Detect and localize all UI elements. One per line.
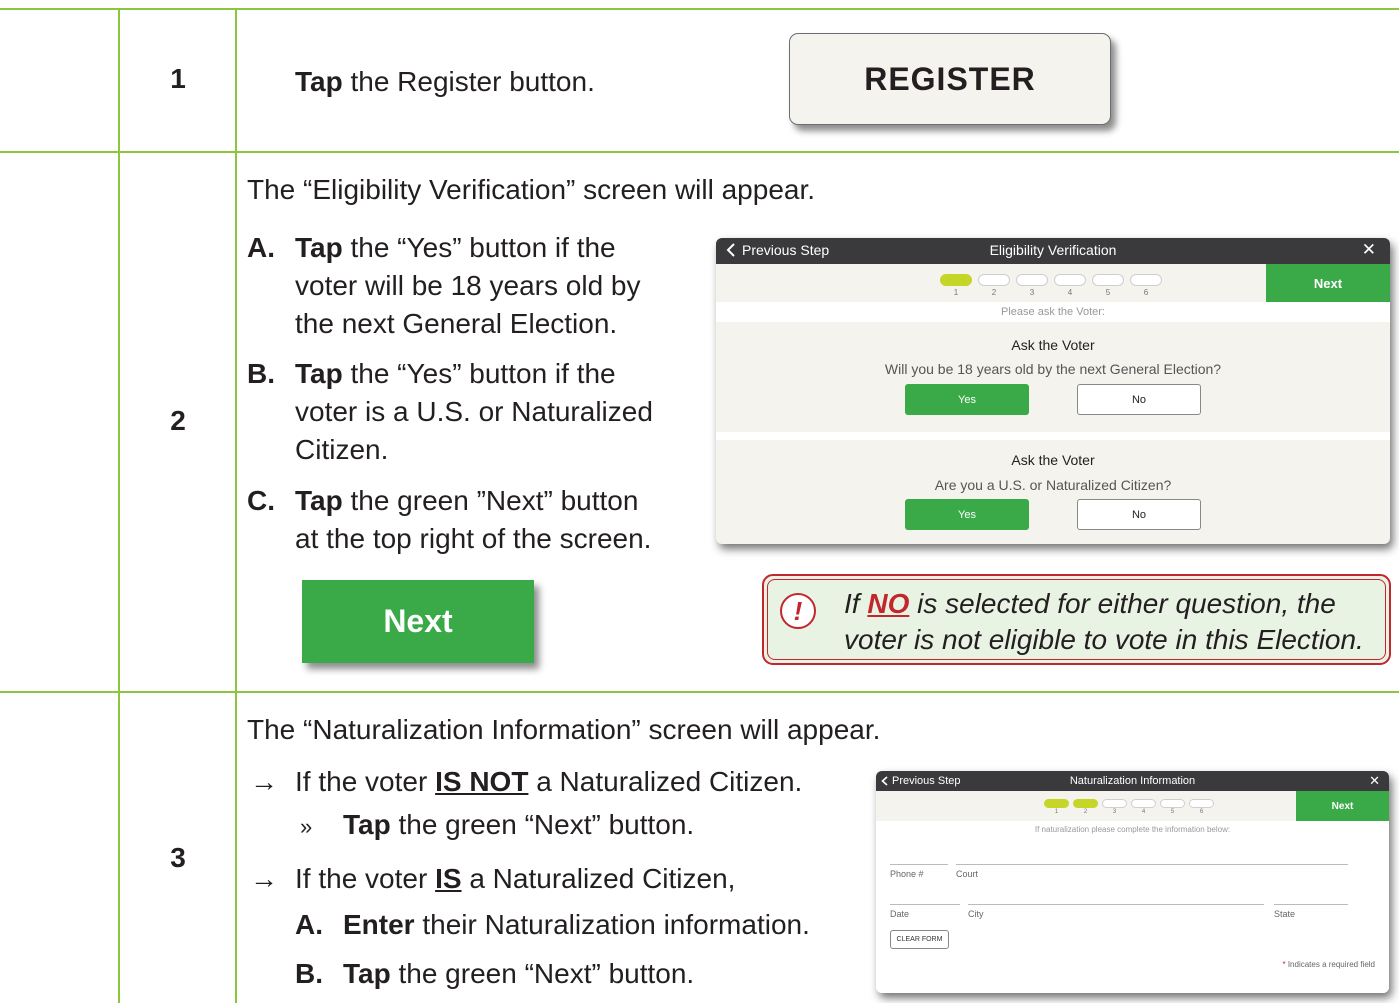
progress-step: 5 (1092, 274, 1124, 297)
no-button[interactable]: No (1077, 384, 1201, 415)
list-item: Tap the green ”Next” button (295, 485, 639, 516)
progress-step: 6 (1130, 274, 1162, 297)
ineligibility-warning: ! If NO is selected for either question,… (762, 574, 1391, 665)
yes-button[interactable]: Yes (905, 384, 1029, 415)
list-letter: B. (247, 358, 275, 389)
progress-step: 6 (1189, 799, 1214, 815)
city-label: City (968, 909, 984, 919)
close-icon[interactable]: ✕ (1369, 773, 1380, 789)
register-button[interactable]: REGISTER (789, 33, 1111, 125)
list-letter: A. (295, 909, 323, 940)
list-letter: B. (295, 958, 323, 989)
list-item-line: voter is a U.S. or Naturalized (295, 396, 653, 427)
court-field[interactable] (956, 864, 1348, 865)
section-divider (716, 432, 1390, 440)
list-item-line: at the top right of the screen. (295, 523, 652, 554)
app-title: Naturalization Information (1069, 775, 1196, 787)
date-label: Date (890, 909, 910, 919)
progress-step: 2 (978, 274, 1010, 297)
step-number: 1 (170, 63, 186, 94)
question-heading: Ask the Voter (1011, 337, 1095, 353)
sub-step-b: Tap the green “Next” button. (343, 958, 695, 989)
naturalization-screen: Previous Step Naturalization Information… (876, 771, 1389, 993)
sub-step-a: Enter their Naturalization information. (343, 909, 810, 940)
close-icon[interactable]: ✕ (1362, 240, 1376, 260)
date-field[interactable] (890, 904, 960, 905)
question-text: Are you a U.S. or Naturalized Citizen? (934, 477, 1172, 493)
progress-step: 3 (1102, 799, 1127, 815)
list-item-line: Citizen. (295, 434, 389, 465)
case-naturalized: If the voter IS a Naturalized Citizen, (295, 863, 736, 894)
form-prompt: If naturalization please complete the in… (1034, 825, 1231, 834)
step-number: 2 (170, 405, 186, 436)
app-title-bar: Previous Step Naturalization Information… (876, 771, 1389, 791)
arrow-icon: → (250, 863, 278, 894)
city-field[interactable] (968, 904, 1264, 905)
list-item: Tap the “Yes” button if the (295, 358, 616, 389)
eligibility-screen: Previous Step Eligibility Verification ✕… (716, 238, 1390, 544)
court-label: Court (956, 869, 979, 879)
row-divider (0, 691, 1399, 693)
step1-instruction: Tap the Register button. (295, 66, 595, 97)
question-text: Will you be 18 years old by the next Gen… (884, 361, 1222, 377)
progress-step: 4 (1054, 274, 1086, 297)
exclamation-icon: ! (780, 593, 816, 629)
progress-step: 4 (1131, 799, 1156, 815)
progress-step: 2 (1073, 799, 1098, 815)
list-letter: C. (247, 485, 275, 516)
list-item-line: the next General Election. (295, 308, 618, 339)
row-divider (0, 8, 1399, 10)
instruction-table: 1 Tap the Register button. REGISTER 2 Th… (0, 0, 1399, 1003)
no-button[interactable]: No (1077, 499, 1201, 530)
list-letter: A. (247, 232, 275, 263)
progress-step: 3 (1016, 274, 1048, 297)
list-item-line: voter will be 18 years old by (295, 270, 641, 301)
step-progress: 1 2 3 4 5 6 (940, 274, 1162, 297)
progress-step: 1 (1044, 799, 1069, 815)
case-not-naturalized: If the voter IS NOT a Naturalized Citize… (295, 766, 803, 797)
app-title-bar: Previous Step Eligibility Verification ✕ (716, 238, 1390, 264)
warning-text: If NO is selected for either question, t… (844, 588, 1364, 655)
progress-step: 1 (940, 274, 972, 297)
row-divider (0, 151, 1399, 153)
app-next-button[interactable]: Next (1296, 791, 1389, 821)
phone-label: Phone # (890, 869, 924, 879)
case1-action: Tap the green “Next” button. (343, 809, 695, 840)
app-title: Eligibility Verification (989, 242, 1117, 258)
arrow-icon: → (250, 766, 278, 797)
app-next-button[interactable]: Next (1266, 264, 1390, 302)
prompt-bar: Please ask the Voter: (716, 302, 1390, 322)
bullet-icon: » (300, 814, 313, 839)
step2-intro: The “Eligibility Verification” screen wi… (247, 174, 816, 205)
state-label: State (1274, 909, 1296, 919)
question-heading: Ask the Voter (1011, 452, 1095, 468)
step-progress: 1 2 3 4 5 6 (1044, 799, 1214, 815)
clear-form-button[interactable]: CLEAR FORM (890, 930, 949, 949)
state-field[interactable] (1274, 904, 1348, 905)
step3-intro: The “Naturalization Information” screen … (247, 714, 881, 745)
yes-button[interactable]: Yes (905, 499, 1029, 530)
list-item: Tap the “Yes” button if the (295, 232, 616, 263)
next-button[interactable]: Next (302, 580, 534, 663)
progress-step: 5 (1160, 799, 1185, 815)
step-number: 3 (170, 842, 186, 873)
phone-field[interactable] (890, 864, 948, 865)
required-note: * Indicates a required field (1282, 960, 1375, 969)
